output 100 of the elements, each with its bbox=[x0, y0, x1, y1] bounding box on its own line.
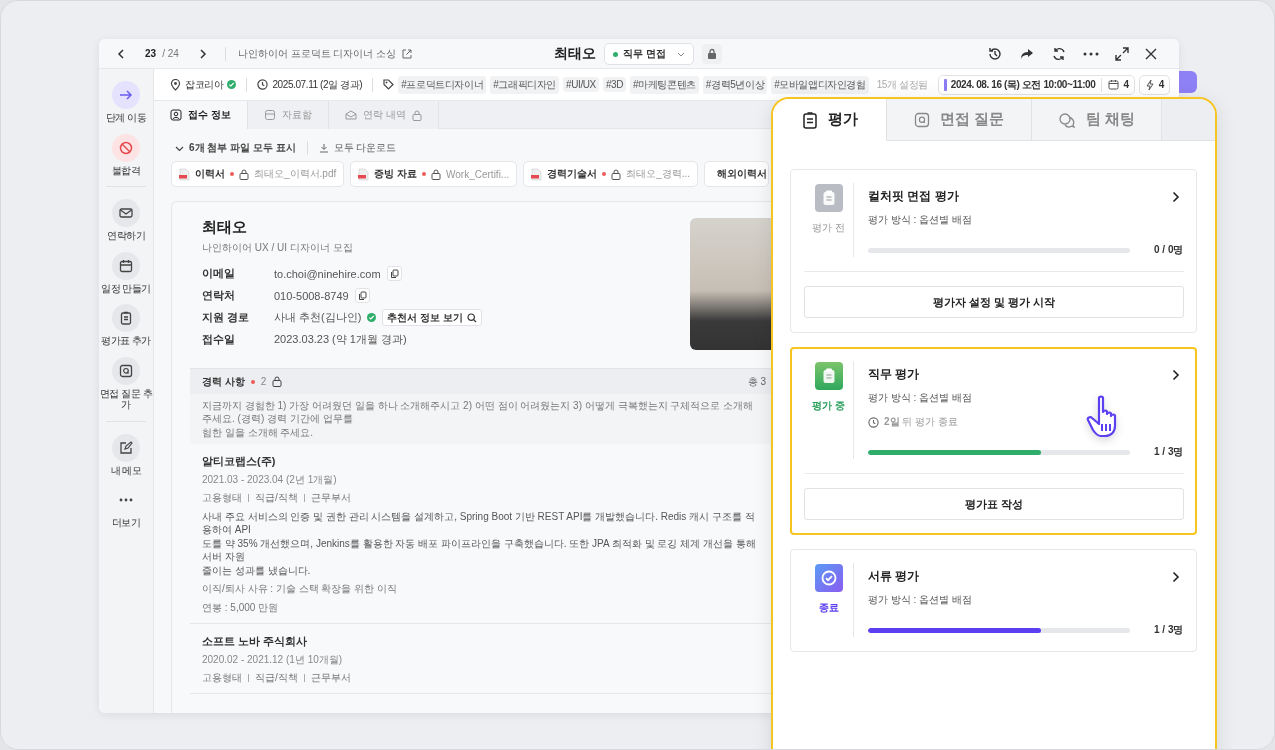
stage-label: 직무 면접 bbox=[623, 47, 666, 61]
tag-chip: #모바일앱디자인경험 bbox=[771, 75, 869, 94]
salary: 연봉 : 5,000 만원 bbox=[202, 601, 279, 615]
file-name: 최태오_경력... bbox=[626, 167, 691, 181]
clock-icon bbox=[868, 416, 879, 428]
chevron-left-icon bbox=[115, 47, 127, 60]
sidebar-action-button[interactable] bbox=[112, 304, 140, 332]
more-icon bbox=[119, 498, 133, 502]
lock-icon bbox=[431, 168, 442, 180]
chat-bubbles-icon bbox=[1057, 111, 1076, 128]
company-name: 소프트 노바 주식회사 bbox=[202, 634, 308, 649]
chevron-right-icon[interactable] bbox=[1172, 190, 1180, 203]
file-type: 증빙 자료 bbox=[374, 167, 418, 181]
sidebar-action-label: 더보기 bbox=[111, 517, 141, 529]
refresh-icon[interactable] bbox=[1051, 45, 1067, 62]
referral-info-button[interactable]: 추천서 정보 보기 bbox=[382, 309, 482, 326]
field-value: 2023.03.23 (약 1개월 경과) bbox=[274, 332, 407, 347]
content-tab-label: 연락 내역 bbox=[362, 108, 406, 122]
copy-button[interactable] bbox=[354, 288, 370, 303]
company-name: 알티코랩스(주) bbox=[202, 454, 276, 469]
pdf-file-icon bbox=[358, 167, 370, 181]
chevron-right-icon[interactable] bbox=[1172, 368, 1180, 381]
evaluator-count: 1 / 3명 bbox=[1154, 623, 1184, 637]
file-chip[interactable]: 경력기술서 최태오_경력... bbox=[523, 161, 699, 187]
evaluation-action-button[interactable]: 평가표 작성 bbox=[804, 488, 1184, 520]
evaluation-action-button[interactable]: 평가자 설정 및 평가 시작 bbox=[804, 286, 1184, 318]
career-total: 총 3 bbox=[747, 374, 766, 389]
career-meta-label: 근무부서 bbox=[310, 671, 351, 685]
file-chip[interactable]: 증빙 자료 Work_Certifi... bbox=[350, 161, 518, 187]
evaluation-title: 컬처핏 면접 평가 bbox=[868, 188, 959, 205]
panel-tab[interactable]: 평가 bbox=[773, 99, 887, 141]
sidebar-action-button[interactable] bbox=[112, 433, 140, 462]
file-type: 해외이력서 bbox=[717, 167, 768, 181]
copy-icon bbox=[389, 268, 399, 279]
career-meta-label: 직급/직책 bbox=[255, 671, 298, 685]
stage-dropdown[interactable]: 직무 면접 bbox=[604, 43, 694, 65]
clipboard-icon bbox=[801, 110, 818, 129]
side-panel-tab[interactable] bbox=[1179, 71, 1197, 93]
content-tab-label: 접수 정보 bbox=[188, 108, 231, 122]
candidate-total: / 24 bbox=[162, 48, 179, 59]
career-meta-label: 근무부서 bbox=[310, 491, 351, 505]
content-tab-label: 자료함 bbox=[281, 108, 312, 122]
pdf-file-icon bbox=[179, 167, 190, 181]
archive-icon bbox=[263, 109, 276, 121]
chevron-right-icon[interactable] bbox=[1172, 570, 1180, 583]
sidebar-action-button[interactable] bbox=[112, 199, 140, 227]
career-meta-label: 직급/직책 bbox=[255, 491, 298, 505]
evaluation-card[interactable]: 종료 서류 평가 평가 방식 : 옵션별 배점 1 / 3명 bbox=[790, 549, 1197, 652]
content-tab[interactable]: 접수 정보 bbox=[154, 101, 248, 129]
evaluator-count: 1 / 3명 bbox=[1154, 445, 1184, 459]
panel-tab-label: 면접 질문 bbox=[939, 110, 1005, 129]
pdf-file-icon bbox=[531, 167, 543, 181]
verified-check-icon bbox=[367, 313, 377, 322]
external-link-icon[interactable] bbox=[402, 48, 413, 59]
job-posting-link[interactable]: 나인하이어 프로덕트 디자이너 소싱 bbox=[237, 46, 397, 61]
evaluation-card[interactable]: 평가 전 컬처핏 면접 평가 평가 방식 : 옵션별 배점 0 / 0명 평가자 설정 및 평가 시작 bbox=[790, 169, 1197, 333]
file-chip[interactable]: 이력서 최태오_이력서.pdf bbox=[171, 161, 345, 187]
field-value: to.choi@ninehire.com bbox=[274, 267, 381, 280]
candidate-position: 23 bbox=[145, 48, 157, 59]
copy-button[interactable] bbox=[386, 266, 402, 281]
career-description-text: 도를 약 35% 개선했으며, Jenkins를 활용한 자동 배포 파이프라인을 구축했습니다. 또한 JPA 최적화 및 로깅 체계 개선을 통해 서버 자원 bbox=[202, 537, 757, 563]
evaluation-title: 직무 평가 bbox=[868, 366, 920, 383]
show-all-files-toggle[interactable]: 6개 첨부 파일 모두 표시 bbox=[189, 141, 296, 155]
flash-chip[interactable]: 4 bbox=[1138, 74, 1170, 95]
expand-icon[interactable] bbox=[1115, 46, 1129, 61]
history-icon[interactable] bbox=[987, 45, 1003, 62]
sidebar-action-button[interactable] bbox=[112, 356, 140, 385]
download-all-link[interactable]: 모두 다운로드 bbox=[333, 141, 397, 155]
question-card-icon bbox=[119, 363, 133, 378]
career-description-text: 줄이는 성과를 냈습니다. bbox=[202, 564, 312, 577]
lock-icon bbox=[611, 168, 622, 180]
evaluation-status: 평가 전 bbox=[812, 221, 845, 235]
lock-icon bbox=[239, 168, 249, 180]
field-label: 접수일 bbox=[202, 332, 236, 347]
file-name: Work_Certifi... bbox=[446, 168, 510, 180]
field-value: 사내 추천(김나인) bbox=[274, 310, 362, 325]
lock-button[interactable] bbox=[702, 44, 722, 64]
more-icon[interactable] bbox=[1083, 51, 1099, 56]
tag-chip: #경력5년이상 bbox=[702, 75, 768, 94]
tag-icon bbox=[383, 79, 395, 90]
question-card-icon bbox=[913, 111, 930, 128]
search-icon bbox=[466, 312, 477, 323]
field-label: 연락처 bbox=[202, 288, 236, 303]
employment-period: 2020.02 - 2021.12 (1년 10개월) bbox=[202, 653, 343, 667]
file-type: 경력기술서 bbox=[547, 167, 598, 181]
applied-date: 2025.07.11 (2일 경과) bbox=[272, 77, 363, 92]
field-label: 이메일 bbox=[202, 266, 236, 281]
source-label: 잡코리아 bbox=[185, 77, 224, 92]
sidebar-action-label: 면접 질문 추가 bbox=[99, 387, 153, 411]
candidate-name: 최태오 bbox=[202, 218, 248, 237]
file-type: 이력서 bbox=[195, 167, 225, 181]
close-icon[interactable] bbox=[1145, 47, 1157, 60]
file-chip[interactable]: 해외이력서 bbox=[704, 161, 769, 187]
tag-chip: #그래픽디자인 bbox=[490, 75, 560, 94]
sidebar-action-button[interactable] bbox=[112, 251, 140, 280]
sidebar-action-label: 연락하기 bbox=[107, 230, 145, 242]
career-question-text: 험한 일을 소개해 주세요. bbox=[202, 426, 315, 439]
person-card-icon bbox=[170, 109, 182, 121]
evaluation-card[interactable]: 평가 중 직무 평가 평가 방식 : 옵션별 배점 2일 뒤 평가 종료 1 / 3명 평가표 작성 bbox=[790, 347, 1197, 535]
schedule-chip[interactable]: 2024. 08. 16 (목) 오전 10:00~11:00 4 bbox=[937, 74, 1135, 95]
